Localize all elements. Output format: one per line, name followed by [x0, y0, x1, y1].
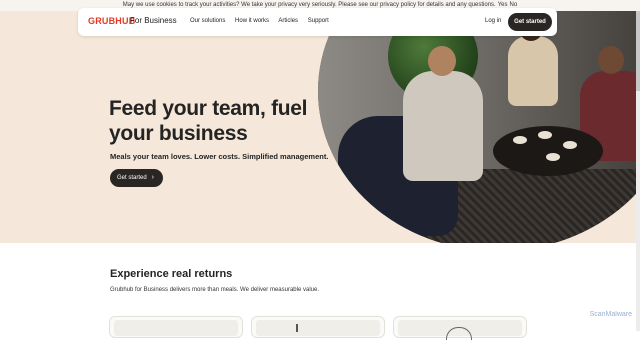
hero-subtitle: Meals your team loves. Lower costs. Simp… [110, 152, 329, 161]
value-card [393, 316, 527, 340]
value-card [251, 316, 385, 338]
hero-headline-line2: your business [109, 122, 248, 145]
value-card-image [114, 320, 238, 336]
photo-person-middle [508, 36, 558, 106]
photo-plate [563, 141, 577, 149]
scanmalware-watermark: ScanMalware [589, 311, 632, 318]
nav-links: Our solutions How it works Articles Supp… [190, 18, 337, 24]
returns-title: Experience real returns [110, 268, 233, 280]
logo-subtitle: For Business [130, 16, 177, 25]
nav-get-started-button[interactable]: Get started [508, 13, 552, 31]
photo-person-left [403, 71, 483, 181]
hero-photo [318, 11, 640, 243]
login-link[interactable]: Log in [485, 18, 501, 24]
photo-plate [546, 153, 560, 161]
nav-link-our-solutions[interactable]: Our solutions [190, 18, 225, 24]
nav-link-support[interactable]: Support [308, 18, 329, 24]
nav-link-how-it-works[interactable]: How it works [235, 18, 269, 24]
photo-head-right [598, 46, 624, 74]
hero-headline: Feed your team, fuel your business [109, 96, 308, 146]
page-scrollbar[interactable] [636, 11, 640, 331]
hero-get-started-button[interactable]: Get started › [110, 169, 163, 187]
nav-link-articles[interactable]: Articles [278, 18, 298, 24]
photo-plate [513, 136, 527, 144]
grubhub-logo[interactable]: GRUBHUB [88, 16, 135, 26]
returns-subtitle: Grubhub for Business delivers more than … [110, 287, 319, 293]
photo-plate [538, 131, 552, 139]
hero-headline-line1: Feed your team, fuel [109, 97, 308, 120]
hero-get-started-label: Get started [117, 175, 147, 181]
value-card-image [256, 320, 380, 336]
scrollbar-thumb[interactable] [636, 11, 640, 91]
value-card [109, 316, 243, 338]
top-nav: GRUBHUB For Business Our solutions How i… [78, 8, 557, 36]
photo-head-left [428, 46, 456, 76]
hero-section: Feed your team, fuel your business Meals… [0, 11, 640, 243]
chevron-right-icon: › [151, 174, 154, 181]
